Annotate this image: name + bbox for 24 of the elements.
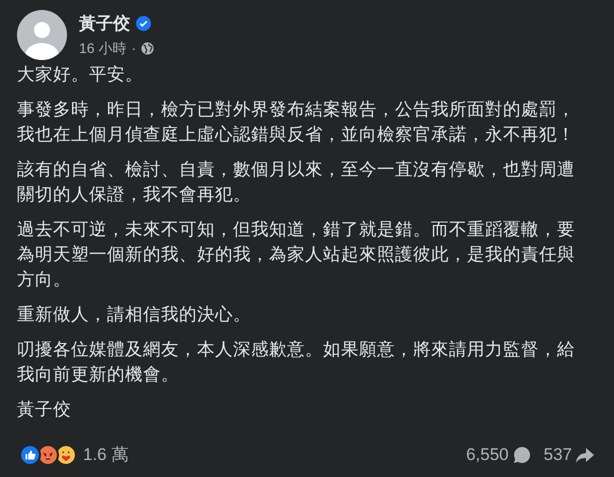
post-text-line: 為明天塑一個新的我、好的我，為家人站起來照護彼此，是我的責任與 [17, 243, 575, 266]
post-text-line: 過去不可逆，未來不可知，但我知道，錯了就是錯。而不重蹈覆轍，要 [17, 218, 575, 241]
post-text-line: 叨擾各位媒體及網友，本人深感歉意。如果願意，將來請用力監督，給 [17, 338, 575, 361]
globe-icon [141, 42, 154, 56]
speech-bubble-icon [512, 444, 532, 465]
post-text-line: 我也在上個月偵查庭上虛心認錯與反省，並向檢察官承諾，永不再犯！ [17, 123, 575, 146]
avatar[interactable] [17, 10, 67, 60]
angry-face-icon [37, 444, 59, 466]
post-text-line: 黃子佼 [17, 398, 71, 421]
reaction-count[interactable]: 1.6 萬 [83, 442, 128, 468]
post-text-line: 重新做人，請相信我的決心。 [17, 303, 251, 326]
post-text-line: 該有的自省、檢討、自責，數個月以來，至今一直沒有停歇，也對周遭 [17, 158, 575, 181]
share-count[interactable]: 537 [544, 442, 572, 468]
hugging-face-icon [55, 444, 77, 466]
post-text-line: 事發多時，昨日，檢方已對外界發布結案報告，公告我所面對的處罰， [17, 98, 575, 121]
post-time[interactable]: 16 小時 [79, 38, 126, 60]
comment-count[interactable]: 6,550 [466, 442, 509, 468]
author-name[interactable]: 黃子佼 [79, 10, 130, 36]
post-text-line: 我向前更新的機會。 [17, 363, 179, 386]
post-text-line: 方向。 [17, 268, 71, 291]
like-icon [19, 444, 41, 466]
post-text-line: 大家好。平安。 [17, 63, 143, 86]
post-text-line: 關切的人保證，我不會再犯。 [17, 183, 251, 206]
separator-dot: · [131, 39, 136, 58]
